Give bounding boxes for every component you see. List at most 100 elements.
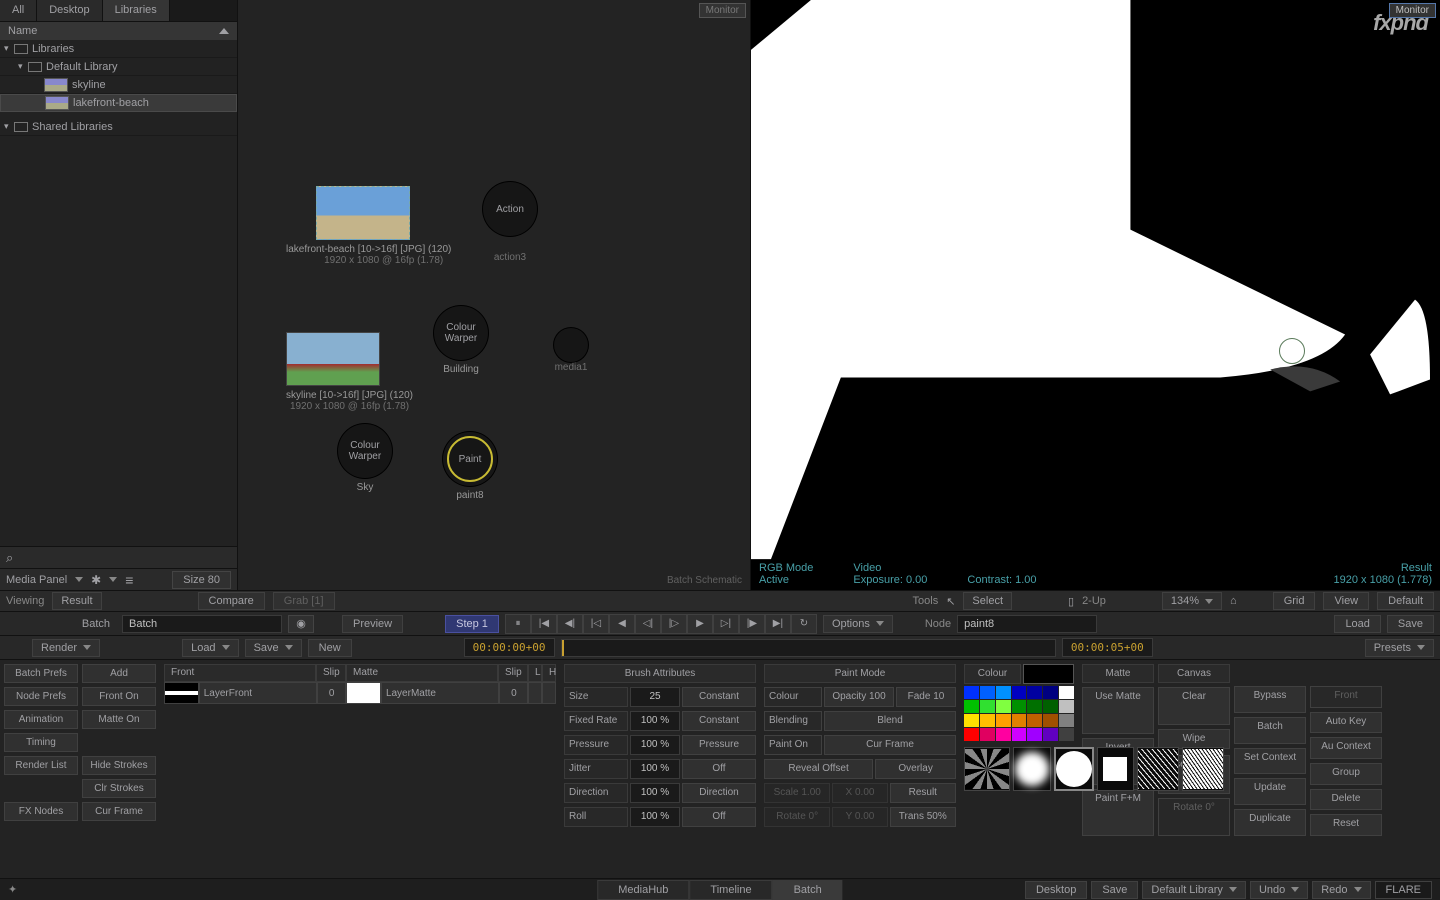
- layer-row[interactable]: LayerFront 0 LayerMatte 0: [164, 682, 556, 704]
- transport-play[interactable]: ▶: [687, 614, 713, 634]
- default-button[interactable]: Default: [1377, 592, 1434, 610]
- brush-param-mode[interactable]: Constant: [682, 711, 756, 731]
- action-node[interactable]: Action action3: [483, 182, 537, 263]
- rotate-button[interactable]: Rotate 0°: [1158, 798, 1230, 836]
- brush-param-mode[interactable]: Off: [682, 759, 756, 779]
- load-button[interactable]: Load: [1334, 615, 1380, 633]
- brush-param-value[interactable]: 100 %: [630, 735, 680, 755]
- batch-schematic-viewport[interactable]: Monitor lakefront-beach [10->16f] [JPG] …: [238, 0, 750, 590]
- undo-dropdown[interactable]: Undo: [1250, 881, 1308, 899]
- palette-swatch[interactable]: [964, 714, 979, 727]
- batch-button[interactable]: Batch: [1234, 717, 1306, 744]
- brush-param-value[interactable]: 25: [630, 687, 680, 707]
- arrow-tool-icon[interactable]: ↖: [946, 595, 955, 608]
- palette-swatch[interactable]: [996, 728, 1011, 741]
- clip-node-lakefront[interactable]: lakefront-beach [10->16f] [JPG] (120) 19…: [316, 186, 451, 266]
- update-button[interactable]: Update: [1234, 778, 1306, 805]
- timecode-start[interactable]: 00:00:00+00: [464, 638, 555, 657]
- palette-swatch[interactable]: [964, 700, 979, 713]
- scale-value[interactable]: Scale 1.00: [764, 783, 830, 803]
- tool-dropdown[interactable]: Select: [963, 592, 1012, 610]
- palette-swatch[interactable]: [1043, 686, 1058, 699]
- delete-button[interactable]: Delete: [1310, 789, 1382, 811]
- slip-header2[interactable]: Slip: [498, 664, 528, 682]
- name-column-header[interactable]: Name: [0, 22, 237, 40]
- palette-swatch[interactable]: [1027, 714, 1042, 727]
- transport-pause[interactable]: ⏸: [505, 614, 531, 634]
- search-icon[interactable]: ⌕: [6, 550, 13, 566]
- reveal-offset-button[interactable]: Reveal Offset: [764, 759, 873, 779]
- transport-step-fwd[interactable]: ▷|: [713, 614, 739, 634]
- slip-header[interactable]: Slip: [316, 664, 346, 682]
- palette-swatch[interactable]: [1012, 728, 1027, 741]
- brush-preset-streaks[interactable]: [1137, 747, 1179, 791]
- tab-batch[interactable]: Batch: [773, 880, 843, 900]
- layer-slip-value2[interactable]: 0: [499, 682, 528, 704]
- palette-swatch[interactable]: [1012, 686, 1027, 699]
- trans-button[interactable]: Trans 50%: [890, 807, 956, 827]
- tree-default-library[interactable]: ▾ Default Library: [0, 58, 237, 76]
- brush-param-mode[interactable]: Direction: [682, 783, 756, 803]
- front-button[interactable]: Front: [1310, 686, 1382, 708]
- flare-button[interactable]: FLARE: [1375, 881, 1432, 899]
- transport-loop[interactable]: ↻: [791, 614, 817, 634]
- palette-swatch[interactable]: [964, 686, 979, 699]
- h-cell[interactable]: [542, 682, 556, 704]
- reset-button[interactable]: Reset: [1310, 814, 1382, 836]
- clear-button[interactable]: Clear: [1158, 687, 1230, 725]
- brush-param-value[interactable]: 100 %: [630, 807, 680, 827]
- presets-dropdown[interactable]: Presets: [1365, 639, 1434, 657]
- palette-swatch[interactable]: [1059, 714, 1074, 727]
- render-dropdown[interactable]: Render: [32, 639, 100, 657]
- step-button[interactable]: Step 1: [445, 615, 499, 633]
- palette-swatch[interactable]: [1012, 714, 1027, 727]
- brush-preset-round[interactable]: [1054, 747, 1094, 791]
- preview-button[interactable]: Preview: [342, 615, 403, 633]
- 2up-label[interactable]: 2-Up: [1082, 595, 1106, 607]
- y-value[interactable]: Y 0.00: [832, 807, 887, 827]
- set-context-button[interactable]: Set Context: [1234, 748, 1306, 775]
- palette-swatch[interactable]: [964, 728, 979, 741]
- result-button[interactable]: Result: [890, 783, 956, 803]
- add-button[interactable]: Add: [82, 664, 156, 683]
- blend-button[interactable]: Blend: [824, 711, 956, 731]
- save-dropdown[interactable]: Save: [245, 639, 302, 657]
- zoom-dropdown[interactable]: 134%: [1162, 592, 1222, 610]
- view-button[interactable]: View: [1323, 592, 1369, 610]
- palette-swatch[interactable]: [980, 714, 995, 727]
- tab-all[interactable]: All: [0, 0, 37, 21]
- overlay-button[interactable]: Overlay: [875, 759, 956, 779]
- palette-swatch[interactable]: [1027, 686, 1042, 699]
- palette-swatch[interactable]: [980, 728, 995, 741]
- media1-node[interactable]: media1: [554, 328, 588, 373]
- star-icon[interactable]: [8, 883, 17, 896]
- batch-name-input[interactable]: Batch: [122, 615, 282, 633]
- playhead[interactable]: [562, 640, 564, 656]
- tab-desktop[interactable]: Desktop: [37, 0, 102, 21]
- viewing-dropdown[interactable]: Result: [52, 592, 101, 610]
- matte-on-button[interactable]: Matte On: [82, 710, 156, 729]
- brush-preset-soft[interactable]: [1013, 747, 1051, 791]
- list-icon[interactable]: [125, 572, 133, 588]
- palette-swatch[interactable]: [996, 686, 1011, 699]
- tree-shared-libraries[interactable]: ▾ Shared Libraries: [0, 118, 237, 136]
- transport-last[interactable]: ▶|: [765, 614, 791, 634]
- palette-swatch[interactable]: [1043, 728, 1058, 741]
- layer-slip-value[interactable]: 0: [317, 682, 346, 704]
- dropdown-icon[interactable]: [75, 577, 83, 582]
- brush-param-mode[interactable]: Constant: [682, 687, 756, 707]
- tree-libraries-root[interactable]: ▾ Libraries: [0, 40, 237, 58]
- animation-button[interactable]: Animation: [4, 710, 78, 729]
- save-button[interactable]: Save: [1091, 881, 1138, 899]
- media-panel-label[interactable]: Media Panel: [6, 574, 67, 586]
- duplicate-button[interactable]: Duplicate: [1234, 809, 1306, 836]
- palette-swatch[interactable]: [980, 686, 995, 699]
- compare-button[interactable]: Compare: [198, 592, 265, 610]
- brush-param-value[interactable]: 100 %: [630, 759, 680, 779]
- brush-preset-square[interactable]: [1097, 747, 1135, 791]
- group-button[interactable]: Group: [1310, 763, 1382, 785]
- save-button[interactable]: Save: [1387, 615, 1434, 633]
- transport-nudge-back[interactable]: ◁|: [635, 614, 661, 634]
- palette-swatch[interactable]: [1043, 714, 1058, 727]
- palette-swatch[interactable]: [1059, 686, 1074, 699]
